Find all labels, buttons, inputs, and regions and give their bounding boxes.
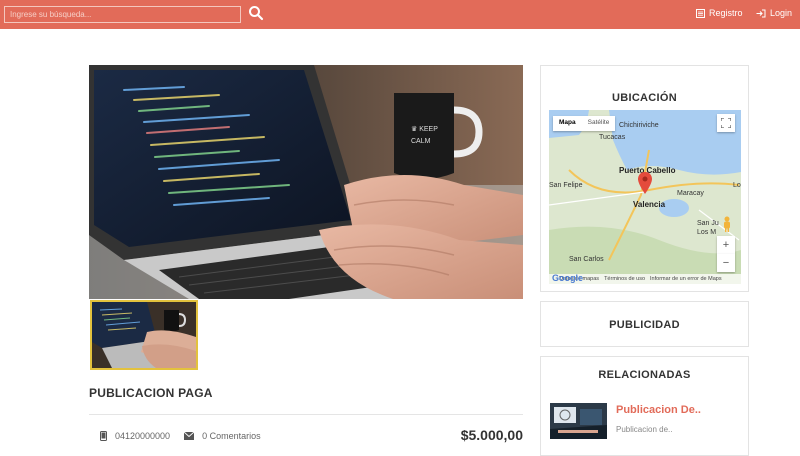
map-label-lo: Lo xyxy=(733,182,741,189)
envelope-icon xyxy=(184,432,195,440)
map-label-maracay: Maracay xyxy=(677,190,704,197)
street-view-pegman-icon[interactable] xyxy=(722,216,732,232)
search-button[interactable] xyxy=(248,5,264,21)
map-pin-icon[interactable] xyxy=(638,172,652,194)
map-report-link[interactable]: Informar de un error de Maps xyxy=(650,276,722,282)
zoom-in-button[interactable]: + xyxy=(717,236,735,254)
relacionadas-title: RELACIONADAS xyxy=(598,369,691,381)
map-tab-mapa[interactable]: Mapa xyxy=(553,116,582,131)
post-title: PUBLICACION PAGA xyxy=(89,386,213,400)
search-input[interactable] xyxy=(4,6,241,23)
related-post-description: Publicacion de.. xyxy=(616,425,673,434)
related-post-thumbnail[interactable] xyxy=(550,403,607,439)
map-label-san-felipe: San Felipe xyxy=(549,182,583,189)
map-label-valencia: Valencia xyxy=(633,200,666,209)
map-label-los-m: Los M xyxy=(697,229,717,236)
zoom-out-button[interactable]: − xyxy=(717,254,735,272)
map-terms-link[interactable]: Términos de uso xyxy=(604,276,645,282)
location-map[interactable]: Mapa Satélite Chichiriviche Tucacas Puer… xyxy=(549,110,741,284)
top-navbar: Registro Login xyxy=(0,0,800,29)
ubicacion-card: UBICACIÓN Mapa Satélite Chichiriviche Tu… xyxy=(540,65,749,292)
post-meta: 04120000000 0 Comentarios xyxy=(100,428,261,444)
registro-link[interactable]: Registro xyxy=(696,6,743,20)
fullscreen-icon xyxy=(721,118,731,128)
map-label-tucacas: Tucacas xyxy=(599,134,626,141)
google-logo: Google xyxy=(552,273,583,283)
map-tab-satellite[interactable]: Satélite xyxy=(582,116,616,131)
map-label-san-carlos: San Carlos xyxy=(569,256,604,263)
map-label-san-juan: San Ju xyxy=(697,220,719,227)
search-icon xyxy=(249,6,264,21)
svg-text:♛ KEEP: ♛ KEEP xyxy=(411,125,438,133)
login-label: Login xyxy=(770,8,793,18)
map-label-chichiriviche: Chichiriviche xyxy=(619,122,659,129)
login-link[interactable]: Login xyxy=(756,6,792,20)
divider xyxy=(89,414,523,415)
publicidad-title: PUBLICIDAD xyxy=(609,319,680,331)
svg-text:CALM: CALM xyxy=(411,138,431,145)
ubicacion-title: UBICACIÓN xyxy=(611,92,678,104)
post-comments[interactable]: 0 Comentarios xyxy=(202,431,261,441)
map-type-tabs: Mapa Satélite xyxy=(553,116,616,131)
main-post-image: ♛ KEEP CALM xyxy=(89,65,523,299)
registro-label: Registro xyxy=(709,8,743,18)
publicidad-card: PUBLICIDAD xyxy=(540,301,749,347)
mobile-phone-icon xyxy=(100,431,107,441)
fullscreen-button[interactable] xyxy=(717,114,735,132)
relacionadas-card: RELACIONADAS Publicacion De.. Publicacio… xyxy=(540,356,749,456)
related-post-title[interactable]: Publicacion De.. xyxy=(616,404,701,416)
post-price: $5.000,00 xyxy=(460,427,523,443)
post-phone: 04120000000 xyxy=(115,431,171,441)
login-icon xyxy=(756,9,766,17)
image-thumbnail[interactable] xyxy=(90,300,198,370)
list-icon xyxy=(696,8,705,18)
